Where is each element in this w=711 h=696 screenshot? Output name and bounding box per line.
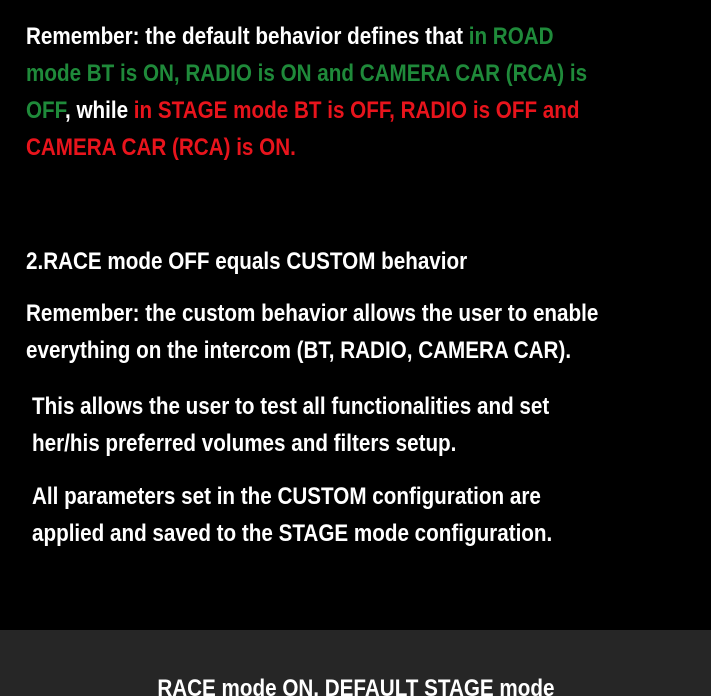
stage-rca-on-text: CAMERA CAR (RCA) is ON. (26, 134, 296, 161)
road-mode-text: in ROAD (468, 23, 554, 50)
road-mode-settings-text: mode BT is ON, RADIO is ON and CAMERA CA… (26, 60, 588, 87)
custom-note-line-2: everything on the intercom (BT, RADIO, C… (26, 337, 572, 364)
default-note-line-1: Remember: the default behavior defines t… (26, 18, 587, 55)
race-off-heading: 2.RACE mode OFF equals CUSTOM behavior (26, 243, 467, 280)
custom-note-line-1: Remember: the custom behavior allows the… (26, 300, 599, 327)
road-rca-off-text: OFF (26, 97, 65, 124)
while-connector-text: , while (64, 97, 134, 124)
params-note-line-1: All parameters set in the CUSTOM configu… (32, 483, 541, 510)
test-note-line-2: her/his preferred volumes and filters se… (32, 430, 457, 457)
current-slide: Remember: the default behavior defines t… (0, 0, 711, 630)
next-slide-title: RACE mode ON, DEFAULT STAGE mode (0, 674, 711, 696)
params-note-line-2: applied and saved to the STAGE mode conf… (32, 520, 553, 547)
custom-behavior-note: Remember: the custom behavior allows the… (26, 295, 598, 369)
next-slide: RACE mode ON, DEFAULT STAGE mode (0, 630, 711, 696)
default-note-line-3: OFF, while in STAGE mode BT is OFF, RADI… (26, 92, 587, 129)
default-behavior-note: Remember: the default behavior defines t… (26, 18, 587, 166)
parameters-saved-note: All parameters set in the CUSTOM configu… (32, 478, 552, 552)
next-slide-title-text: RACE mode ON, DEFAULT STAGE mode (156, 675, 555, 696)
presentation-viewer: Remember: the default behavior defines t… (0, 0, 711, 696)
default-note-intro-text: Remember: the default behavior defines t… (26, 23, 469, 50)
stage-mode-text: in STAGE mode BT is OFF, RADIO is OFF an… (133, 97, 580, 124)
test-note-line-1: This allows the user to test all functio… (32, 393, 550, 420)
test-functionalities-note: This allows the user to test all functio… (32, 388, 549, 462)
race-off-heading-text: 2.RACE mode OFF equals CUSTOM behavior (26, 248, 468, 275)
